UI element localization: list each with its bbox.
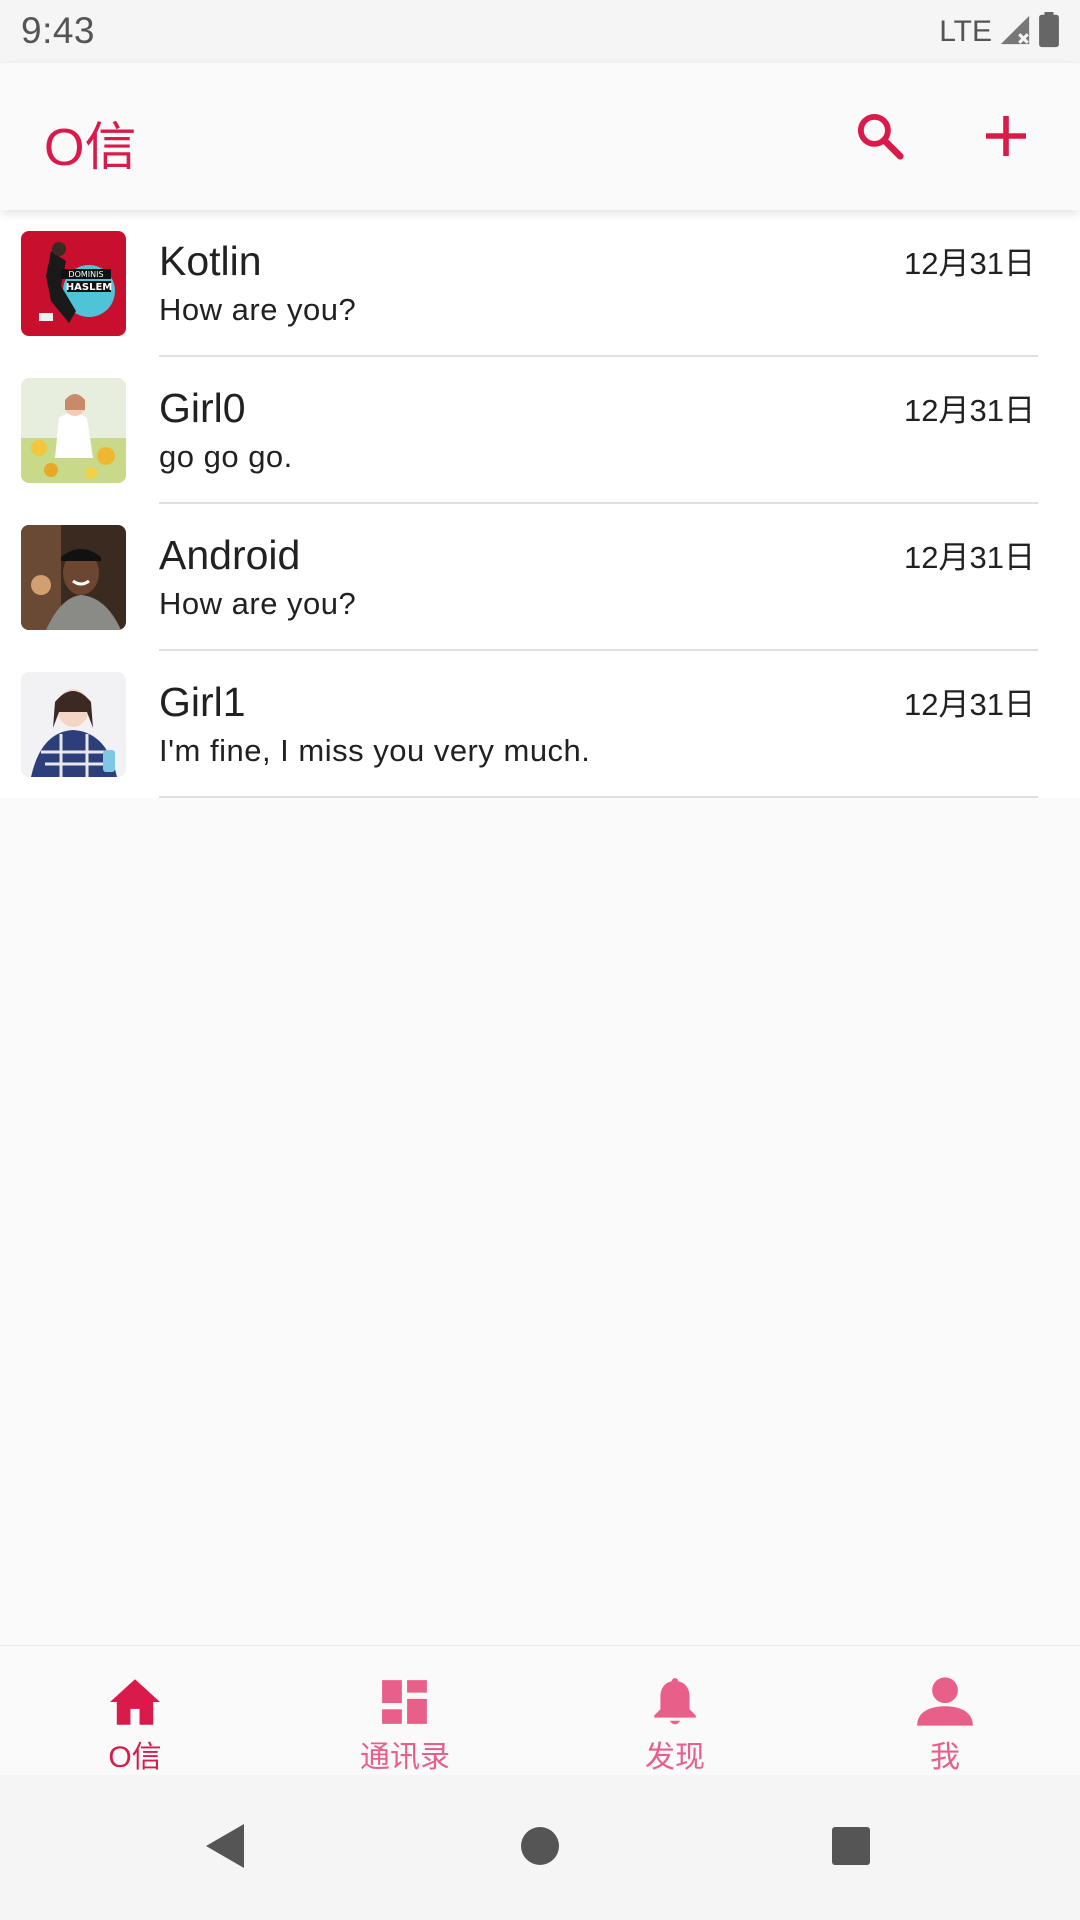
dashboard-icon (375, 1674, 435, 1730)
chat-time: 12月31日 (904, 246, 1035, 281)
avatar (21, 525, 126, 630)
chat-name: Girl1 (159, 679, 246, 725)
recents-icon (831, 1826, 871, 1871)
recents-button[interactable] (816, 1813, 886, 1883)
home-icon (105, 1674, 165, 1730)
back-button[interactable] (191, 1813, 261, 1883)
home-circle-icon (520, 1826, 560, 1871)
chat-item[interactable]: Girl0 go go go. 12月31日 (0, 357, 1080, 504)
chat-message: I'm fine, I miss you very much. (159, 733, 591, 768)
nav-label: O信 (108, 1741, 162, 1774)
home-button[interactable] (505, 1813, 575, 1883)
chat-time: 12月31日 (904, 393, 1035, 428)
nav-item-messages[interactable]: O信 (0, 1646, 270, 1776)
app-toolbar: O信 (0, 63, 1080, 210)
back-icon (204, 1822, 248, 1875)
nav-label: 我 (930, 1741, 960, 1774)
plus-icon (982, 112, 1030, 165)
person-icon (915, 1674, 975, 1730)
nav-item-contacts[interactable]: 通讯录 (270, 1646, 540, 1776)
nav-item-discover[interactable]: 发现 (540, 1646, 810, 1776)
bell-icon (645, 1674, 705, 1730)
avatar: DOMINIS HASLEM (21, 231, 126, 336)
network-type: LTE (939, 15, 992, 48)
chat-list: DOMINIS HASLEM Kotlin How are you? 12月31… (0, 210, 1080, 798)
chat-message: go go go. (159, 439, 293, 474)
chat-time: 12月31日 (904, 687, 1035, 722)
chat-message: How are you? (159, 586, 357, 621)
status-time: 9:43 (21, 10, 96, 51)
chat-name: Android (159, 532, 301, 578)
avatar (21, 378, 126, 483)
divider (159, 796, 1038, 798)
nav-label: 发现 (645, 1741, 705, 1774)
chat-time: 12月31日 (904, 540, 1035, 575)
search-button[interactable] (845, 103, 915, 173)
chat-name: Kotlin (159, 238, 262, 284)
signal-icon (998, 13, 1032, 52)
status-bar: 9:43 LTE (0, 0, 1080, 63)
chat-item[interactable]: Android How are you? 12月31日 (0, 504, 1080, 651)
svg-text:HASLEM: HASLEM (66, 282, 113, 293)
chat-item[interactable]: DOMINIS HASLEM Kotlin How are you? 12月31… (0, 210, 1080, 357)
chat-message: How are you? (159, 292, 357, 327)
status-icons: LTE (939, 11, 1060, 53)
chat-name: Girl0 (159, 385, 246, 431)
nav-label: 通讯录 (360, 1741, 450, 1774)
avatar (21, 672, 126, 777)
system-nav-bar (0, 1775, 1080, 1920)
battery-icon (1038, 11, 1060, 53)
bottom-navigation: O信 通讯录 发现 我 (0, 1645, 1080, 1776)
search-icon (853, 109, 907, 168)
add-button[interactable] (971, 103, 1041, 173)
svg-text:DOMINIS: DOMINIS (68, 270, 103, 279)
nav-item-me[interactable]: 我 (810, 1646, 1080, 1776)
app-title: O信 (44, 119, 137, 177)
chat-item[interactable]: Girl1 I'm fine, I miss you very much. 12… (0, 651, 1080, 798)
